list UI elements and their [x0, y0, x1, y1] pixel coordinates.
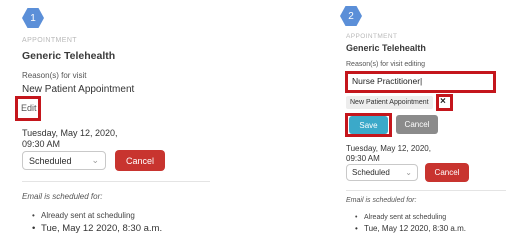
email-item-2: Tue, May 12 2020, 8:30 a.m.	[355, 224, 466, 233]
divider	[22, 181, 210, 182]
cancel-button[interactable]: Cancel	[115, 150, 165, 171]
chevron-down-icon: ⌄	[91, 155, 99, 165]
close-icon[interactable]: ×	[440, 96, 446, 107]
cancel-button[interactable]: Cancel	[425, 163, 469, 182]
status-select[interactable]: Scheduled ⌄	[22, 151, 106, 170]
appointment-date: Tuesday, May 12, 2020,	[346, 144, 431, 153]
step-2-badge: 2	[340, 6, 362, 26]
appointment-time: 09:30 AM	[22, 139, 61, 149]
section-label: APPOINTMENT	[346, 33, 398, 40]
chevron-down-icon: ⌄	[405, 168, 412, 177]
email-note: Email is scheduled for:	[346, 197, 417, 204]
email-item-2: Tue, May 12 2020, 8:30 a.m.	[32, 223, 162, 234]
appointment-date: Tuesday, May 12, 2020,	[22, 128, 118, 138]
reason-chip: New Patient Appointment	[346, 96, 433, 109]
section-label: APPOINTMENT	[22, 37, 77, 44]
email-item-1: Already sent at scheduling	[355, 214, 446, 221]
divider	[346, 190, 506, 191]
reason-input[interactable]: Nurse Practitioner|	[352, 76, 422, 86]
status-select-value: Scheduled	[352, 168, 390, 177]
cancel-edit-button[interactable]: Cancel	[396, 115, 438, 134]
reason-label: Reason(s) for visit	[22, 71, 87, 80]
edit-link[interactable]: Edit	[21, 103, 37, 113]
appointment-time: 09:30 AM	[346, 154, 380, 163]
appointment-title: Generic Telehealth	[22, 50, 116, 62]
status-select[interactable]: Scheduled ⌄	[346, 164, 418, 181]
email-item-1: Already sent at scheduling	[32, 211, 135, 220]
reason-label: Reason(s) for visit editing	[346, 61, 425, 68]
panel-step-2: 2 APPOINTMENT Generic Telehealth Reason(…	[268, 0, 508, 244]
email-note: Email is scheduled for:	[22, 192, 103, 201]
appointment-title: Generic Telehealth	[346, 43, 426, 53]
reason-value: New Patient Appointment	[22, 84, 135, 95]
panel-step-1: 1 APPOINTMENT Generic Telehealth Reason(…	[0, 0, 262, 244]
step-1-badge: 1	[22, 8, 44, 28]
save-button[interactable]: Save	[349, 116, 388, 134]
status-select-value: Scheduled	[29, 155, 72, 166]
